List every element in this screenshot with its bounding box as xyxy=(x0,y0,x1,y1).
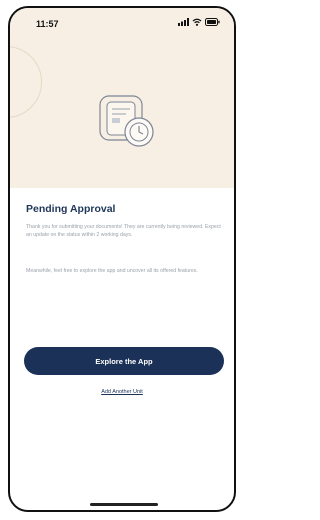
status-bar: 11:57 xyxy=(10,8,234,42)
home-indicator xyxy=(90,503,158,506)
phone-frame: 11:57 Pending Approval Thank you for sub… xyxy=(8,6,236,512)
hero-section: 11:57 xyxy=(10,8,234,188)
status-description: Thank you for submitting your documents!… xyxy=(26,224,221,239)
page-title: Pending Approval xyxy=(26,203,116,215)
add-another-unit-link[interactable]: Add Another Unit xyxy=(10,389,234,395)
explore-description: Meanwhile, feel free to explore the app … xyxy=(26,268,198,274)
battery-icon xyxy=(205,18,220,26)
wifi-icon xyxy=(192,18,202,26)
document-clock-icon xyxy=(96,90,158,152)
signal-icon xyxy=(178,18,189,26)
explore-app-button[interactable]: Explore the App xyxy=(24,347,224,375)
decorative-arc xyxy=(10,46,42,118)
status-icons xyxy=(178,18,220,26)
status-time: 11:57 xyxy=(36,19,59,29)
